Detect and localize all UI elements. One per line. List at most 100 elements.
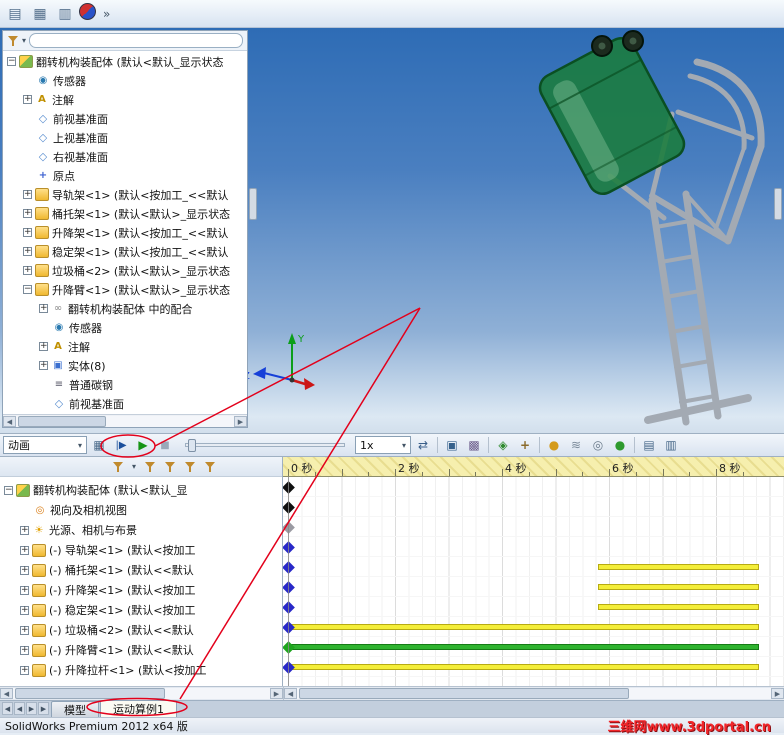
- expander-icon[interactable]: +: [23, 247, 32, 256]
- expander-icon[interactable]: +: [23, 266, 32, 275]
- feature-tree-item[interactable]: + A 注解: [3, 90, 247, 109]
- filter-driving-icon[interactable]: [164, 461, 176, 473]
- timeline-grid[interactable]: [283, 477, 784, 686]
- chevron-down-icon[interactable]: ▾: [132, 462, 136, 471]
- expander-icon[interactable]: +: [20, 645, 29, 655]
- feature-tree-item[interactable]: + ▣ 实体(8): [3, 356, 247, 375]
- mm-tree-item[interactable]: ◎ 视向及相机视图: [0, 500, 282, 520]
- tab-nav-next-icon[interactable]: ▶: [26, 702, 37, 715]
- scroll-track[interactable]: [13, 688, 270, 699]
- feature-tree-item[interactable]: ◉ 传感器: [3, 318, 247, 337]
- filter-animated-icon[interactable]: [144, 461, 156, 473]
- timeline-row[interactable]: [283, 597, 784, 617]
- feature-tree-item[interactable]: + 导轨架<1> (默认<按加工_<<默认: [3, 185, 247, 204]
- timeline-change-bar[interactable]: [288, 644, 759, 650]
- mm-tree-item[interactable]: + (-) 垃圾桶<2> (默认<<默认: [0, 620, 282, 640]
- save-animation-button[interactable]: ▣: [442, 435, 462, 455]
- scroll-left-icon[interactable]: ◀: [0, 688, 13, 699]
- expander-icon[interactable]: −: [23, 285, 32, 294]
- timeline-row[interactable]: [283, 537, 784, 557]
- expander-icon[interactable]: +: [23, 209, 32, 218]
- playback-mode-button[interactable]: ⇄: [413, 435, 433, 455]
- filter-field[interactable]: [29, 33, 243, 48]
- calculate-button[interactable]: ▦: [89, 435, 109, 455]
- feature-tree-item[interactable]: + 垃圾桶<2> (默认<默认>_显示状态: [3, 261, 247, 280]
- model-tab[interactable]: 模型: [51, 701, 99, 717]
- chevron-down-icon[interactable]: ▾: [22, 36, 26, 45]
- timeline-row[interactable]: [283, 577, 784, 597]
- feature-tree-item[interactable]: ◇ 右视基准面: [3, 147, 247, 166]
- toolbar-overflow-chevron[interactable]: »: [103, 7, 110, 21]
- feature-tree-item[interactable]: ◇ 前视基准面: [3, 109, 247, 128]
- viewport-splitter-handle[interactable]: [774, 188, 782, 220]
- mm-tree-item[interactable]: + (-) 导轨架<1> (默认<按加工: [0, 540, 282, 560]
- expander-icon[interactable]: +: [20, 545, 29, 555]
- expander-icon[interactable]: +: [23, 95, 32, 104]
- tab-nav-first-icon[interactable]: ◀: [2, 702, 13, 715]
- scroll-right-icon[interactable]: ▶: [234, 415, 247, 427]
- contact-button[interactable]: ◎: [588, 435, 608, 455]
- play-button[interactable]: ▶: [133, 435, 153, 455]
- study-type-select[interactable]: 动画 ▾: [3, 436, 87, 454]
- spring-button[interactable]: ≋: [566, 435, 586, 455]
- filter-all-icon[interactable]: [112, 461, 124, 473]
- timeline-row[interactable]: [283, 557, 784, 577]
- expander-icon[interactable]: +: [20, 625, 29, 635]
- expander-icon[interactable]: +: [23, 228, 32, 237]
- new-document-icon[interactable]: ▤: [4, 3, 26, 25]
- scroll-right-icon[interactable]: ▶: [270, 688, 283, 699]
- mm-tree-item[interactable]: + ☀ 光源、相机与布景: [0, 520, 282, 540]
- expander-icon[interactable]: +: [20, 525, 29, 535]
- mm-tree-item[interactable]: + (-) 升降架<1> (默认<按加工: [0, 580, 282, 600]
- mm-tree-item[interactable]: + (-) 桶托架<1> (默认<<默认: [0, 560, 282, 580]
- timeline-change-bar[interactable]: [598, 584, 759, 590]
- web-resources-icon[interactable]: [79, 2, 96, 20]
- filter-results-icon[interactable]: [204, 461, 216, 473]
- playback-speed-select[interactable]: 1x ▾: [355, 436, 411, 454]
- scroll-right-icon[interactable]: ▶: [771, 688, 784, 699]
- add-key-button[interactable]: +: [515, 435, 535, 455]
- open-document-icon[interactable]: ▦: [29, 3, 51, 25]
- timeline-change-bar[interactable]: [288, 624, 759, 630]
- timeline-row[interactable]: [283, 617, 784, 637]
- gravity-button[interactable]: ●: [610, 435, 630, 455]
- feature-tree-item[interactable]: − 翻转机构装配体 (默认<默认_显示状态: [3, 52, 247, 71]
- expander-icon[interactable]: +: [39, 342, 48, 351]
- animation-wizard-button[interactable]: ▩: [464, 435, 484, 455]
- expander-icon[interactable]: +: [39, 361, 48, 370]
- mm-tree-item[interactable]: + (-) 升降拉杆<1> (默认<按加工: [0, 660, 282, 680]
- results-button[interactable]: ▤: [639, 435, 659, 455]
- timeline-ruler[interactable]: 0 秒 2 秒 4 秒 6 秒 8 秒: [283, 457, 784, 477]
- tree-hscrollbar[interactable]: ◀ ▶: [0, 687, 284, 700]
- timeline-hscrollbar[interactable]: ◀ ▶: [284, 687, 784, 700]
- feature-tree-item[interactable]: + ∞ 翻转机构装配体 中的配合: [3, 299, 247, 318]
- scroll-thumb[interactable]: [299, 688, 629, 699]
- scroll-left-icon[interactable]: ◀: [3, 415, 16, 427]
- feature-tree-item[interactable]: − 升降臂<1> (默认<默认>_显示状态: [3, 280, 247, 299]
- feature-tree-item[interactable]: + 原点: [3, 166, 247, 185]
- expander-icon[interactable]: +: [39, 304, 48, 313]
- expander-icon[interactable]: +: [20, 665, 29, 675]
- timeline-row[interactable]: [283, 517, 784, 537]
- window-icon[interactable]: ▥: [54, 3, 76, 25]
- feature-tree-hscrollbar[interactable]: ◀ ▶: [3, 414, 247, 427]
- feature-tree-item[interactable]: ◇ 上视基准面: [3, 128, 247, 147]
- mm-tree-item[interactable]: − 翻转机构装配体 (默认<默认_显: [0, 480, 282, 500]
- mm-tree-item[interactable]: + (-) 稳定架<1> (默认<按加工: [0, 600, 282, 620]
- feature-tree-item[interactable]: + A 注解: [3, 337, 247, 356]
- expander-icon[interactable]: +: [20, 585, 29, 595]
- timeline-row[interactable]: [283, 497, 784, 517]
- expander-icon[interactable]: +: [20, 605, 29, 615]
- scroll-thumb[interactable]: [18, 415, 106, 427]
- feature-tree-item[interactable]: + 稳定架<1> (默认<按加工_<<默认: [3, 242, 247, 261]
- timeline-change-bar[interactable]: [598, 604, 759, 610]
- filter-funnel-icon[interactable]: [7, 35, 19, 47]
- timeline-row[interactable]: [283, 477, 784, 497]
- motion-study-tab[interactable]: 运动算例1: [100, 700, 177, 717]
- slider-thumb[interactable]: [188, 439, 196, 452]
- stop-button[interactable]: ■: [155, 435, 175, 455]
- expander-icon[interactable]: −: [7, 57, 16, 66]
- feature-tree-item[interactable]: ≡ 普通碳钢: [3, 375, 247, 394]
- expander-icon[interactable]: +: [20, 565, 29, 575]
- filter-selected-icon[interactable]: [184, 461, 196, 473]
